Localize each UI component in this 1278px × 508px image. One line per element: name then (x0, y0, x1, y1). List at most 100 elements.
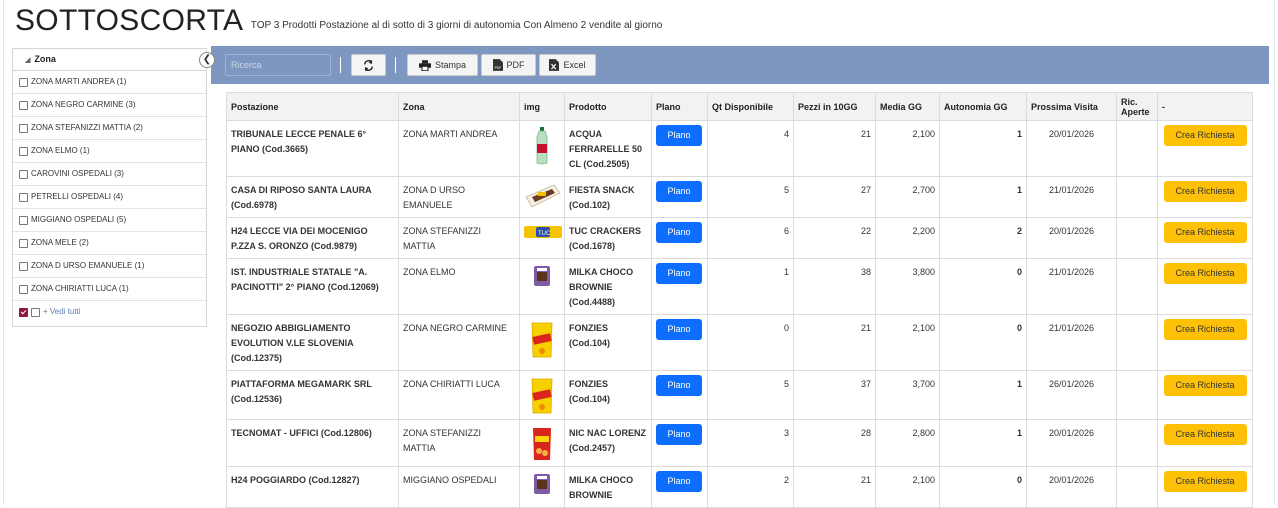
toolbar-separator (340, 57, 341, 73)
zone-filter-label: ZONA MARTI ANDREA (1) (31, 77, 127, 86)
postazione-link[interactable]: TRIBUNALE LECCE PENALE 6° PIANO (Cod.366… (226, 120, 399, 177)
col-header-img[interactable]: img (519, 92, 565, 121)
see-all-checked-checkbox[interactable] (19, 307, 28, 317)
col-header-prodotto[interactable]: Prodotto (564, 92, 652, 121)
zone-checkbox[interactable] (19, 215, 28, 225)
see-all-label[interactable]: + Vedi tutti (43, 301, 81, 323)
zone-checkbox[interactable] (19, 77, 28, 87)
zone-filter-item[interactable]: ZONA MELE (2) (13, 232, 206, 255)
crea-richiesta-button[interactable]: Crea Richiesta (1163, 263, 1247, 284)
zone-filter-item[interactable]: ZONA ELMO (1) (13, 140, 206, 163)
page-subtitle: TOP 3 Prodotti Postazione al di sotto di… (250, 20, 663, 31)
crea-richiesta-button[interactable]: Crea Richiesta (1163, 375, 1247, 396)
crea-richiesta-button[interactable]: Crea Richiesta (1163, 319, 1247, 340)
crea-richiesta-button[interactable]: Crea Richiesta (1163, 471, 1247, 492)
prodotto-cell: NIC NAC LORENZ (Cod.2457) (564, 419, 652, 467)
zone-filter-title: Zona (34, 54, 56, 64)
zone-filter-item[interactable]: PETRELLI OSPEDALI (4) (13, 186, 206, 209)
zona-cell: ZONA ELMO (398, 258, 520, 315)
product-image-brownie-pack (519, 258, 565, 315)
postazione-link[interactable]: IST. INDUSTRIALE STATALE "A. PACINOTTI" … (226, 258, 399, 315)
zone-filter-item[interactable]: ZONA NEGRO CARMINE (3) (13, 94, 206, 117)
zone-checkbox[interactable] (19, 169, 28, 179)
print-label: Stampa (434, 60, 467, 70)
chevron-left-icon: ❮ (202, 54, 212, 65)
col-header-ric-aperte[interactable]: Ric. Aperte (1116, 92, 1158, 121)
product-image-crackers-pack: TUC (519, 217, 565, 259)
plano-button[interactable]: Plano (656, 222, 702, 243)
col-header-plano[interactable]: Plano (651, 92, 708, 121)
see-all-checkbox[interactable] (31, 307, 40, 317)
zone-filter-item[interactable]: ZONA CHIRIATTI LUCA (1) (13, 278, 206, 301)
collapse-sidebar-button[interactable]: ❮ (199, 52, 215, 68)
pdf-label: PDF (506, 60, 525, 70)
zone-checkbox[interactable] (19, 192, 28, 202)
col-header-media-gg[interactable]: Media GG (875, 92, 940, 121)
ric-aperte-cell (1116, 419, 1158, 467)
crea-richiesta-button[interactable]: Crea Richiesta (1163, 125, 1247, 146)
excel-export-button[interactable]: Excel (539, 54, 596, 76)
autonomia-gg-cell: 1 (939, 176, 1027, 218)
zone-checkbox[interactable] (19, 261, 28, 271)
zone-checkbox[interactable] (19, 146, 28, 156)
zone-filter-header[interactable]: ◢ Zona (13, 49, 206, 71)
zone-filter-item[interactable]: ZONA MARTI ANDREA (1) (13, 71, 206, 94)
qt-disponibile-cell: 5 (707, 176, 794, 218)
col-header-prossima-visita[interactable]: Prossima Visita (1026, 92, 1117, 121)
plano-button[interactable]: Plano (656, 263, 702, 284)
prodotto-cell: MILKA CHOCO BROWNIE (Cod.4488) (564, 258, 652, 315)
toolbar-separator (395, 57, 396, 73)
postazione-link[interactable]: PIATTAFORMA MEGAMARK SRL (Cod.12536) (226, 370, 399, 420)
crea-richiesta-button[interactable]: Crea Richiesta (1163, 222, 1247, 243)
zone-checkbox[interactable] (19, 284, 28, 294)
pezzi-10gg-cell: 21 (793, 314, 876, 371)
postazione-link[interactable]: TECNOMAT - UFFICI (Cod.12806) (226, 419, 399, 467)
page-title: SOTTOSCORTA (15, 4, 244, 37)
media-gg-cell: 2,800 (875, 419, 940, 467)
plano-button[interactable]: Plano (656, 181, 702, 202)
zone-filter-item[interactable]: ZONA STEFANIZZI MATTIA (2) (13, 117, 206, 140)
zone-filter-item[interactable]: MIGGIANO OSPEDALI (5) (13, 209, 206, 232)
col-header-qt-disponibile[interactable]: Qt Disponibile (707, 92, 794, 121)
prossima-visita-cell: 20/01/2026 (1026, 217, 1117, 259)
print-button[interactable]: Stampa (407, 54, 478, 76)
prossima-visita-cell: 20/01/2026 (1026, 120, 1117, 177)
zone-checkbox[interactable] (19, 123, 28, 133)
col-header-pezzi-10gg[interactable]: Pezzi in 10GG (793, 92, 876, 121)
see-all-row[interactable]: + Vedi tutti (13, 301, 206, 323)
zone-filter-label: ZONA CHIRIATTI LUCA (1) (31, 284, 129, 293)
zone-filter-item[interactable]: CAROVINI OSPEDALI (3) (13, 163, 206, 186)
search-input[interactable] (225, 54, 331, 76)
zone-filter-item[interactable]: ZONA D URSO EMANUELE (1) (13, 255, 206, 278)
plano-button[interactable]: Plano (656, 375, 702, 396)
postazione-link[interactable]: NEGOZIO ABBIGLIAMENTO EVOLUTION V.LE SLO… (226, 314, 399, 371)
col-header-postazione[interactable]: Postazione (226, 92, 399, 121)
plano-cell: Plano (651, 258, 708, 315)
pdf-export-button[interactable]: PDF PDF (481, 54, 536, 76)
table-row: H24 LECCE VIA DEI MOCENIGO P.ZZA S. ORON… (226, 217, 1253, 259)
crea-richiesta-button[interactable]: Crea Richiesta (1163, 424, 1247, 445)
plano-cell: Plano (651, 419, 708, 467)
col-header-zona[interactable]: Zona (398, 92, 520, 121)
plano-button[interactable]: Plano (656, 471, 702, 492)
postazione-link[interactable]: CASA DI RIPOSO SANTA LAURA (Cod.6978) (226, 176, 399, 218)
crea-richiesta-button[interactable]: Crea Richiesta (1163, 181, 1247, 202)
zona-cell: ZONA STEFANIZZI MATTIA (398, 217, 520, 259)
plano-button[interactable]: Plano (656, 125, 702, 146)
triangle-down-icon: ◢ (25, 57, 31, 64)
autonomia-gg-cell: 1 (939, 419, 1027, 467)
postazione-link[interactable]: H24 LECCE VIA DEI MOCENIGO P.ZZA S. ORON… (226, 217, 399, 259)
results-table: Postazione Zona img Prodotto Plano Qt Di… (226, 92, 1253, 508)
table-row: H24 POGGIARDO (Cod.12827) MIGGIANO OSPEDA… (226, 466, 1253, 508)
postazione-link[interactable]: H24 POGGIARDO (Cod.12827) (226, 466, 399, 508)
zone-checkbox[interactable] (19, 238, 28, 248)
plano-button[interactable]: Plano (656, 424, 702, 445)
refresh-button[interactable] (351, 54, 386, 76)
zone-checkbox[interactable] (19, 100, 28, 110)
action-cell: Crea Richiesta (1157, 258, 1253, 315)
excel-label: Excel (563, 60, 586, 70)
product-image-snack-bar (519, 176, 565, 218)
action-cell: Crea Richiesta (1157, 466, 1253, 508)
plano-button[interactable]: Plano (656, 319, 702, 340)
col-header-autonomia-gg[interactable]: Autonomia GG (939, 92, 1027, 121)
